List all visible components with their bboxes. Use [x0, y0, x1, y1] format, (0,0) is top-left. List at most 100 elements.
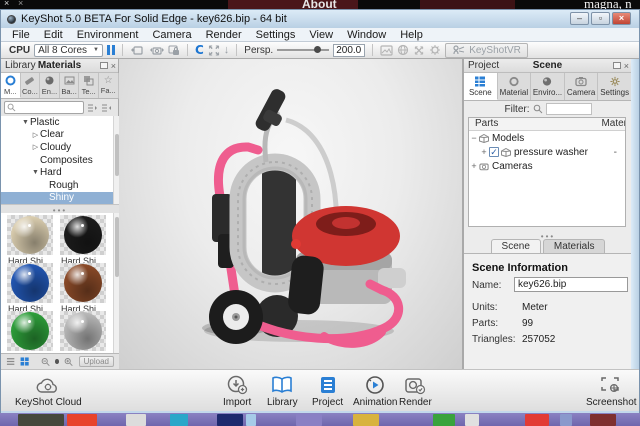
- project-button[interactable]: Project: [312, 375, 343, 408]
- filter-input[interactable]: [545, 103, 592, 115]
- tab-colors[interactable]: Co...: [21, 73, 41, 98]
- collapsed-arrow-icon[interactable]: ▷: [31, 143, 40, 151]
- menu-window[interactable]: Window: [340, 29, 393, 41]
- taskbar-icon[interactable]: [217, 414, 243, 426]
- tab-textures[interactable]: Te...: [79, 73, 99, 98]
- menu-settings[interactable]: Settings: [249, 29, 303, 41]
- expanded-arrow-icon[interactable]: ▼: [21, 119, 30, 126]
- persp-slider[interactable]: [277, 46, 330, 53]
- upload-button[interactable]: Upload: [78, 356, 114, 367]
- panel-splitter[interactable]: •••: [464, 231, 632, 241]
- tree-item-shiny[interactable]: Shiny: [1, 191, 119, 204]
- taskbar-icon[interactable]: [170, 414, 188, 426]
- tab-scene[interactable]: Scene: [464, 73, 498, 100]
- library-button[interactable]: Library: [267, 375, 298, 408]
- animation-button[interactable]: Animation: [353, 375, 397, 408]
- tree-row-cameras[interactable]: + Cameras: [469, 159, 625, 173]
- project-panel-header[interactable]: Project Scene ×: [464, 59, 631, 73]
- image-size-icon[interactable]: [380, 44, 393, 56]
- keyshot-cloud-button[interactable]: KeyShot Cloud: [15, 377, 82, 408]
- refresh-icon[interactable]: C: [195, 43, 204, 57]
- material-thumbnail[interactable]: Hard Shi...: [58, 263, 108, 314]
- material-thumbnail[interactable]: Hard Shi...: [5, 263, 55, 314]
- keyshotvr-button[interactable]: KeyShotVR: [445, 42, 528, 58]
- environment-sphere-icon[interactable]: [397, 44, 409, 56]
- tab-material[interactable]: Material: [498, 73, 532, 100]
- material-thumbnail[interactable]: Hard Shi...: [5, 215, 55, 266]
- tab-materials[interactable]: M...: [1, 73, 21, 98]
- grid-view-icon[interactable]: [20, 357, 29, 366]
- screenshot-button[interactable]: Screenshot: [586, 375, 637, 408]
- close-panel-icon[interactable]: ×: [111, 61, 116, 70]
- render-button[interactable]: Render: [399, 375, 432, 408]
- menu-environment[interactable]: Environment: [70, 29, 146, 41]
- collapse-icon[interactable]: −: [469, 133, 479, 143]
- tab-favorites[interactable]: ☆ Fa...: [99, 73, 119, 98]
- zoom-out-icon[interactable]: [41, 357, 50, 367]
- menu-file[interactable]: File: [5, 29, 37, 41]
- thumbnail-size-dot[interactable]: [54, 359, 60, 364]
- background-close-icon[interactable]: ×: [18, 0, 23, 8]
- pause-button[interactable]: [106, 45, 115, 55]
- slider-handle[interactable]: [314, 46, 322, 53]
- expand-icon[interactable]: +: [469, 161, 479, 171]
- tree-item-clear[interactable]: ▷ Clear: [1, 129, 119, 142]
- subtab-materials[interactable]: Materials: [542, 239, 606, 253]
- taskbar-icon[interactable]: [560, 414, 572, 426]
- tree-item-hard[interactable]: ▼ Hard: [1, 166, 119, 179]
- tree-item-plastic[interactable]: ▼ Plastic: [1, 116, 119, 129]
- collapse-tree-icon[interactable]: [87, 103, 98, 113]
- tab-environment[interactable]: Enviro...: [531, 73, 565, 100]
- visibility-checkbox[interactable]: ✓: [489, 147, 499, 157]
- expand-icon[interactable]: +: [479, 147, 489, 157]
- minimize-button[interactable]: –: [570, 12, 589, 25]
- material-thumbnail[interactable]: Hard Shi...: [5, 311, 55, 353]
- tab-settings[interactable]: Settings: [598, 73, 632, 100]
- lock-view-icon[interactable]: [168, 45, 180, 56]
- tab-environments[interactable]: En...: [40, 73, 60, 98]
- render-queue-icon[interactable]: [130, 45, 145, 56]
- taskbar-icon[interactable]: [246, 414, 256, 426]
- list-view-icon[interactable]: [6, 357, 15, 366]
- titlebar[interactable]: KeyShot 5.0 BETA For Solid Edge - key626…: [1, 10, 639, 28]
- tab-camera[interactable]: Camera: [565, 73, 599, 100]
- fullscreen-icon[interactable]: [208, 44, 220, 56]
- viewport-3d-model[interactable]: [174, 84, 414, 349]
- cpu-button[interactable]: CPU: [9, 45, 30, 56]
- library-panel-header[interactable]: Library Materials ×: [1, 59, 118, 73]
- search-input[interactable]: [4, 101, 84, 114]
- menu-camera[interactable]: Camera: [145, 29, 198, 41]
- taskbar-icon[interactable]: [126, 414, 146, 426]
- taskbar-icon[interactable]: [296, 414, 322, 426]
- taskbar-icon[interactable]: [525, 414, 549, 426]
- background-close-icon[interactable]: ×: [4, 0, 9, 8]
- expand-tree-icon[interactable]: [101, 103, 112, 113]
- taskbar-icon[interactable]: [67, 414, 97, 426]
- settings-gear-icon[interactable]: [429, 44, 441, 56]
- resize-arrows-icon[interactable]: [413, 45, 425, 56]
- camera-cycle-icon[interactable]: [149, 45, 164, 56]
- collapsed-arrow-icon[interactable]: ▷: [31, 131, 40, 139]
- subtab-scene[interactable]: Scene: [490, 239, 541, 253]
- tree-item-cloudy[interactable]: ▷ Cloudy: [1, 141, 119, 154]
- taskbar[interactable]: [0, 413, 640, 426]
- undock-icon[interactable]: [99, 61, 108, 69]
- focal-length-input[interactable]: [333, 43, 366, 57]
- menu-edit[interactable]: Edit: [37, 29, 70, 41]
- taskbar-icon[interactable]: [18, 414, 64, 426]
- material-thumbnail[interactable]: Hard Shi...: [58, 311, 108, 353]
- expanded-arrow-icon[interactable]: ▼: [31, 169, 40, 176]
- tree-row-models[interactable]: − Models: [469, 131, 625, 145]
- filter-search-icon[interactable]: [533, 104, 543, 114]
- menu-view[interactable]: View: [302, 29, 340, 41]
- scene-name-input[interactable]: [514, 277, 628, 292]
- panel-splitter[interactable]: •••: [1, 205, 119, 215]
- taskbar-icon[interactable]: [590, 414, 616, 426]
- menu-render[interactable]: Render: [199, 29, 249, 41]
- zoom-in-icon[interactable]: [64, 357, 74, 367]
- realtime-viewport[interactable]: [119, 59, 463, 369]
- material-thumbnail[interactable]: Hard Shi...: [58, 215, 108, 266]
- tree-row-pressure-washer[interactable]: + ✓ pressure washer -: [469, 145, 625, 159]
- taskbar-icon[interactable]: [465, 414, 479, 426]
- close-panel-icon[interactable]: ×: [624, 61, 629, 70]
